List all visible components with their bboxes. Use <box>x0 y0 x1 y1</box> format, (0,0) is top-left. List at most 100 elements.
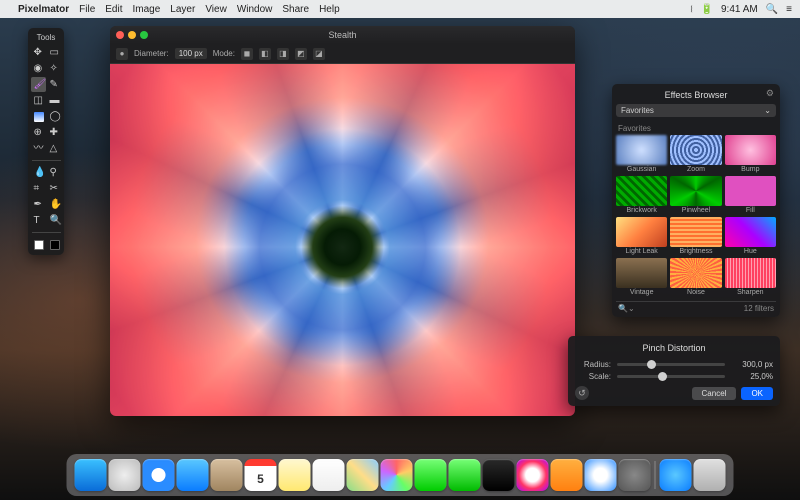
effect-pinwheel[interactable]: Pinwheel <box>670 176 721 214</box>
slice-tool[interactable]: ✂ <box>47 181 62 196</box>
effect-hue[interactable]: Hue <box>725 217 776 255</box>
effect-fill[interactable]: Fill <box>725 176 776 214</box>
effects-browser-panel[interactable]: Effects Browser ⚙ Favorites ⌄ Favorites … <box>612 84 780 317</box>
menu-share[interactable]: Share <box>282 4 309 15</box>
magic-wand-tool[interactable]: ✧ <box>47 61 62 76</box>
gear-icon[interactable]: ⚙ <box>766 88 774 99</box>
effect-label: Noise <box>670 288 721 296</box>
dock-calendar-icon[interactable]: 5 <box>245 459 277 491</box>
dock-ibooks-icon[interactable] <box>551 459 583 491</box>
effect-zoom[interactable]: Zoom <box>670 135 721 173</box>
effect-gaussian[interactable]: Gaussian <box>616 135 667 173</box>
mode-lock-icon[interactable]: ◩ <box>295 48 307 60</box>
pencil-tool[interactable]: ✎ <box>47 77 62 92</box>
dock-facetime-icon[interactable] <box>449 459 481 491</box>
effect-bump[interactable]: Bump <box>725 135 776 173</box>
effect-label: Vintage <box>616 288 667 296</box>
document-window[interactable]: Stealth ● Diameter: 100 px Mode: ◼ ◧ ◨ ◩… <box>110 26 575 416</box>
menu-file[interactable]: File <box>79 4 95 15</box>
mode-normal-icon[interactable]: ◼ <box>241 48 253 60</box>
move-tool[interactable]: ✥ <box>31 45 46 60</box>
dock-separator <box>655 461 656 489</box>
lasso-tool[interactable]: ◉ <box>31 61 46 76</box>
effect-light-leak[interactable]: Light Leak <box>616 217 667 255</box>
menu-layer[interactable]: Layer <box>170 4 195 15</box>
dock-itunes-icon[interactable] <box>517 459 549 491</box>
effects-category-dropdown[interactable]: Favorites ⌄ <box>616 104 776 117</box>
diameter-field[interactable]: 100 px <box>175 48 207 59</box>
minimize-button[interactable] <box>128 31 136 39</box>
sharpen-tool[interactable]: △ <box>47 141 62 156</box>
crop-tool[interactable]: ⌗ <box>31 181 46 196</box>
menu-image[interactable]: Image <box>133 4 161 15</box>
clone-tool[interactable]: ⊕ <box>31 125 46 140</box>
effect-brickwork[interactable]: Brickwork <box>616 176 667 214</box>
ok-button[interactable]: OK <box>741 387 773 400</box>
tools-palette[interactable]: Tools ✥ ▭ ◉ ✧ 🖌 ✎ ◫ ▬ ◯ ⊕ ✚ 〰 △ 💧 ⚲ ⌗ ✂ … <box>28 28 64 255</box>
mode-erase-icon[interactable]: ◨ <box>277 48 289 60</box>
fill-tool[interactable]: ▬ <box>47 93 62 108</box>
effect-noise[interactable]: Noise <box>670 258 721 296</box>
mode-behind-icon[interactable]: ◧ <box>259 48 271 60</box>
cancel-button[interactable]: Cancel <box>692 387 737 400</box>
app-menu[interactable]: Pixelmator <box>18 4 69 15</box>
menu-view[interactable]: View <box>205 4 227 15</box>
background-color[interactable] <box>47 237 62 252</box>
fullscreen-button[interactable] <box>140 31 148 39</box>
dock-safari-icon[interactable] <box>143 459 175 491</box>
effect-brightness[interactable]: Brightness <box>670 217 721 255</box>
dock-messages-icon[interactable] <box>415 459 447 491</box>
effect-vintage[interactable]: Vintage <box>616 258 667 296</box>
effects-search-field[interactable]: 🔍⌄ <box>618 304 635 313</box>
menu-window[interactable]: Window <box>237 4 273 15</box>
dock-finder-icon[interactable] <box>75 459 107 491</box>
foreground-color[interactable] <box>31 237 46 252</box>
dock[interactable]: 5 <box>67 454 734 496</box>
dock-maps-icon[interactable] <box>347 459 379 491</box>
dock-mail-icon[interactable] <box>177 459 209 491</box>
notification-center-icon[interactable]: ≡ <box>786 4 792 15</box>
dock-notes-icon[interactable] <box>279 459 311 491</box>
pen-tool[interactable]: ✒ <box>31 197 46 212</box>
scale-value: 25,0% <box>731 372 773 381</box>
battery-icon[interactable]: 🔋 <box>701 4 713 15</box>
eyedropper-tool[interactable]: ⚲ <box>47 165 62 180</box>
dock-reminders-icon[interactable] <box>313 459 345 491</box>
radius-slider[interactable] <box>617 363 725 366</box>
type-tool[interactable]: T <box>31 213 46 228</box>
pinch-distortion-panel[interactable]: Pinch Distortion Radius: 300,0 px Scale:… <box>568 336 780 406</box>
dock-appstore-icon[interactable] <box>585 459 617 491</box>
clock[interactable]: 9:41 AM <box>721 4 758 15</box>
effect-sharpen[interactable]: Sharpen <box>725 258 776 296</box>
dock-preferences-icon[interactable] <box>619 459 651 491</box>
dock-contacts-icon[interactable] <box>211 459 243 491</box>
mode-flow-icon[interactable]: ◪ <box>313 48 325 60</box>
menu-help[interactable]: Help <box>319 4 340 15</box>
zoom-tool[interactable]: 🔍 <box>47 213 62 228</box>
smudge-tool[interactable]: 〰 <box>31 141 46 156</box>
eraser-tool[interactable]: ◫ <box>31 93 46 108</box>
close-button[interactable] <box>116 31 124 39</box>
gradient-tool[interactable] <box>31 109 46 124</box>
canvas[interactable] <box>110 64 575 416</box>
dock-launchpad-icon[interactable] <box>109 459 141 491</box>
shape-tool[interactable]: ◯ <box>47 109 62 124</box>
brush-tool[interactable]: 🖌 <box>31 77 46 92</box>
heal-tool[interactable]: ✚ <box>47 125 62 140</box>
dock-trash-icon[interactable] <box>694 459 726 491</box>
dock-pixelmator-icon[interactable] <box>483 459 515 491</box>
wifi-icon[interactable]: ⧙ <box>690 4 692 15</box>
menu-edit[interactable]: Edit <box>105 4 122 15</box>
brush-preset-icon[interactable]: ● <box>116 48 128 60</box>
reset-button[interactable]: ↺ <box>575 386 589 400</box>
spotlight-icon[interactable]: 🔍 <box>766 4 778 15</box>
blur-tool[interactable]: 💧 <box>31 165 46 180</box>
hand-tool[interactable]: ✋ <box>47 197 62 212</box>
dock-downloads-icon[interactable] <box>660 459 692 491</box>
scale-slider[interactable] <box>617 375 725 378</box>
selection-tool[interactable]: ▭ <box>47 45 62 60</box>
titlebar[interactable]: Stealth <box>110 26 575 44</box>
effect-label: Brickwork <box>616 206 667 214</box>
pinch-panel-title: Pinch Distortion <box>575 341 773 357</box>
dock-photos-icon[interactable] <box>381 459 413 491</box>
